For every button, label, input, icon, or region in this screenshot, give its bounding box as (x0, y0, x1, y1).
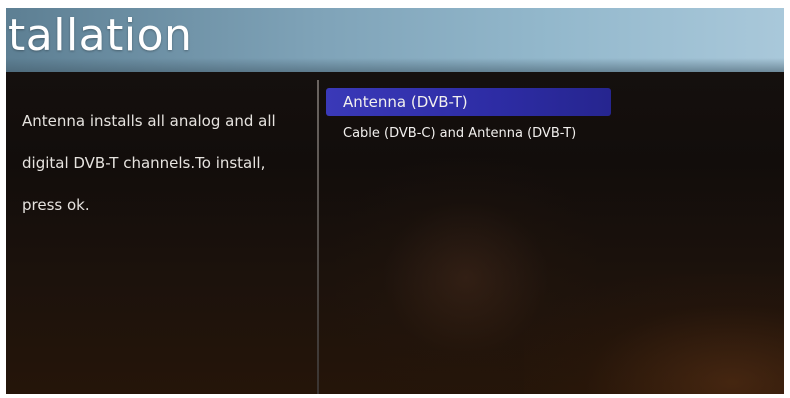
tv-frame: tallation Antenna installs all analog an… (0, 0, 790, 398)
info-text-line-2: digital DVB-T channels.To install, (22, 154, 266, 172)
tv-screen: tallation Antenna installs all analog an… (6, 8, 784, 394)
info-text-line-1: Antenna installs all analog and all (22, 112, 276, 130)
title-bar: tallation (6, 8, 784, 72)
screen-reflection-right (524, 274, 784, 394)
page-title: tallation (8, 10, 193, 61)
panel-divider (317, 80, 319, 394)
info-panel: Antenna installs all analog and all digi… (22, 100, 302, 226)
option-antenna-dvb-t[interactable]: Antenna (DVB-T) (326, 88, 611, 116)
info-text-line-3: press ok. (22, 196, 90, 214)
option-cable-and-antenna[interactable]: Cable (DVB-C) and Antenna (DVB-T) (326, 120, 611, 148)
installation-options-list: Antenna (DVB-T) Cable (DVB-C) and Antenn… (326, 88, 611, 148)
